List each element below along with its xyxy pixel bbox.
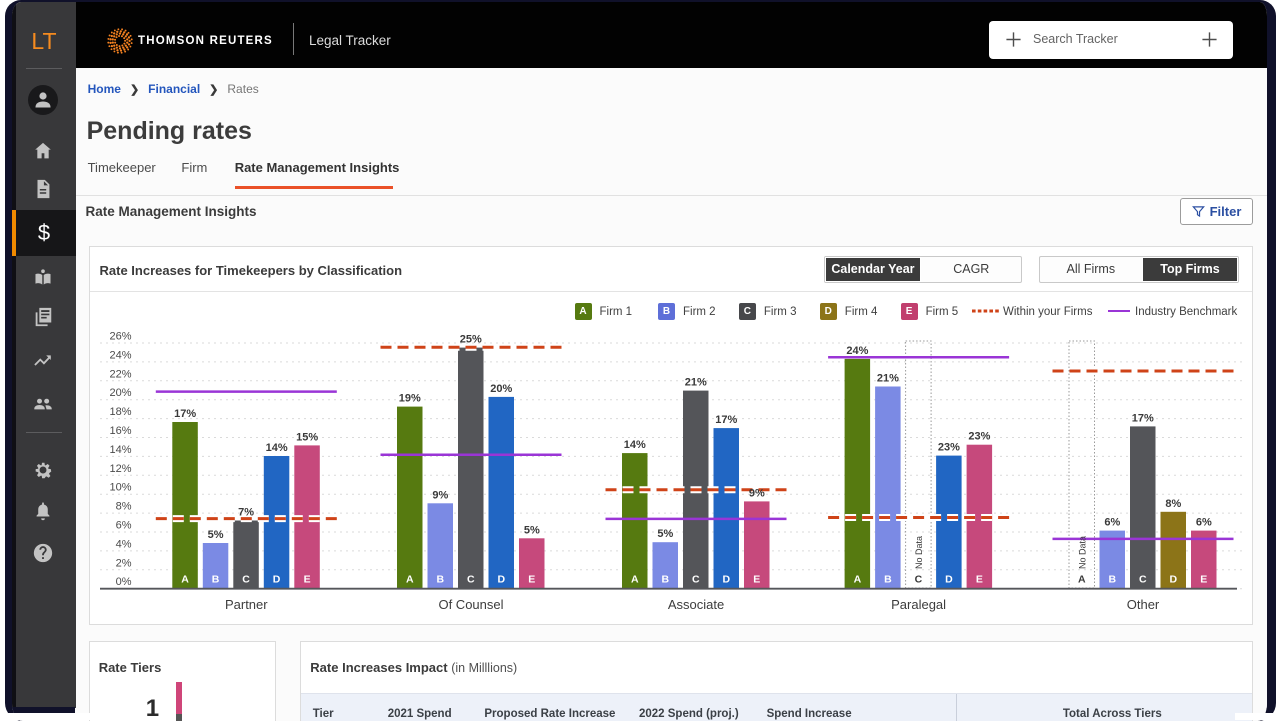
svg-text:7%: 7% [238,507,254,519]
svg-text:C: C [1139,574,1147,586]
svg-text:20%: 20% [109,387,131,399]
svg-text:B: B [662,574,670,586]
svg-text:6%: 6% [1196,517,1212,529]
svg-text:A: A [631,574,639,586]
svg-text:14%: 14% [109,444,131,456]
svg-text:Other: Other [1127,597,1160,612]
svg-text:15%: 15% [296,431,318,443]
svg-text:No Data: No Data [914,536,924,569]
svg-text:D: D [945,574,953,586]
svg-text:12%: 12% [109,463,131,475]
svg-text:E: E [753,574,760,586]
svg-text:Partner: Partner [225,597,268,612]
svg-text:A: A [1078,574,1086,586]
svg-text:17%: 17% [1132,412,1154,424]
svg-text:16%: 16% [109,425,131,437]
svg-text:5%: 5% [524,524,540,536]
svg-text:17%: 17% [174,408,196,420]
svg-text:C: C [242,574,250,586]
svg-text:A: A [854,574,862,586]
svg-text:24%: 24% [109,349,131,361]
svg-text:D: D [498,574,506,586]
svg-text:B: B [884,574,892,586]
svg-text:14%: 14% [266,442,288,454]
svg-text:B: B [437,574,445,586]
svg-text:C: C [915,574,923,586]
svg-text:26%: 26% [109,331,131,343]
svg-text:6%: 6% [1104,517,1120,529]
svg-text:17%: 17% [715,414,737,426]
svg-text:20%: 20% [490,383,512,395]
svg-text:2%: 2% [116,557,132,569]
svg-text:5%: 5% [208,529,224,541]
svg-text:18%: 18% [109,406,131,418]
svg-text:C: C [467,574,475,586]
svg-text:E: E [528,574,535,586]
svg-text:Of Counsel: Of Counsel [438,597,503,612]
svg-text:14%: 14% [624,439,646,451]
svg-text:A: A [181,574,189,586]
svg-text:B: B [212,574,220,586]
svg-text:0%: 0% [116,576,132,588]
svg-text:8%: 8% [1165,498,1181,510]
svg-text:9%: 9% [749,487,765,499]
svg-text:E: E [304,574,311,586]
svg-text:Paralegal: Paralegal [891,597,946,612]
svg-text:4%: 4% [116,538,132,550]
svg-text:C: C [692,574,700,586]
svg-text:D: D [1170,574,1178,586]
svg-text:D: D [723,574,731,586]
svg-text:24%: 24% [846,345,868,357]
svg-text:25%: 25% [460,334,482,346]
svg-text:10%: 10% [109,482,131,494]
svg-text:23%: 23% [938,442,960,454]
svg-text:8%: 8% [116,501,132,513]
svg-text:D: D [273,574,281,586]
svg-text:23%: 23% [968,431,990,443]
svg-text:E: E [976,574,983,586]
svg-text:6%: 6% [116,520,132,532]
svg-text:21%: 21% [877,373,899,385]
svg-text:19%: 19% [399,393,421,405]
svg-text:A: A [406,574,414,586]
svg-text:9%: 9% [432,489,448,501]
svg-text:E: E [1200,574,1207,586]
svg-text:22%: 22% [109,368,131,380]
svg-text:B: B [1109,574,1117,586]
svg-text:5%: 5% [657,528,673,540]
svg-text:21%: 21% [685,377,707,389]
svg-text:Associate: Associate [668,597,724,612]
svg-text:No Data: No Data [1077,536,1087,569]
